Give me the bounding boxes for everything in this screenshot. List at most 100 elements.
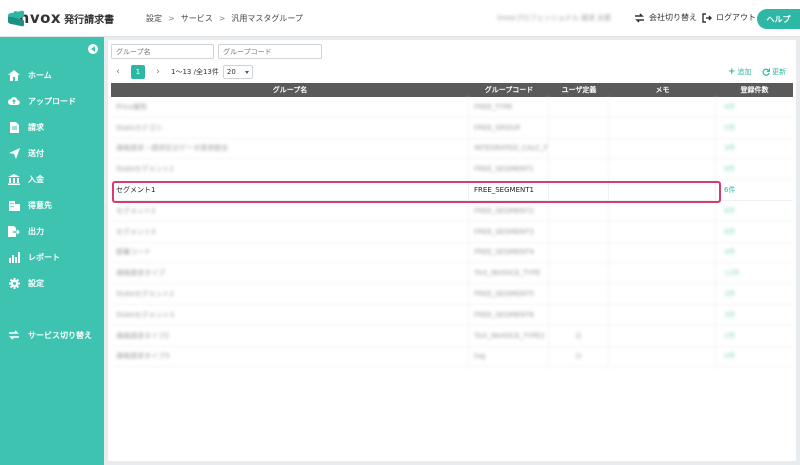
cell-memo — [609, 304, 716, 325]
sidebar-item-label: 請求 — [28, 122, 44, 132]
cell-record-count[interactable]: 4件 — [716, 243, 793, 263]
group-name-filter-input[interactable] — [111, 44, 214, 59]
sidebar-item-label: 得意先 — [28, 200, 52, 210]
table-row[interactable]: Stateセグメント2 FREE_SEGMENT5 3件 — [111, 284, 793, 305]
sidebar-item-send[interactable]: 送付 — [0, 143, 104, 163]
table-row-selected[interactable]: セグメント1 FREE_SEGMENT1 6件 — [111, 180, 793, 203]
cell-record-count[interactable]: 5件 — [716, 118, 793, 138]
sidebar-item-payment[interactable]: 入金 — [0, 169, 104, 189]
sidebar-item-label: 送付 — [28, 148, 44, 158]
sidebar: ホーム アップロード 請求 送付 入金 得意先 出力 レポート 設定 サービス切… — [0, 37, 104, 465]
cell-group-name: セグメント3 — [111, 221, 469, 242]
cell-record-count[interactable]: 2件 — [716, 326, 793, 346]
cell-group-name: 適格請求タイプ3 — [111, 346, 469, 367]
table-row[interactable]: Stateセグメント1 FREE_SEGMENT1 6件 — [111, 159, 793, 181]
help-button[interactable]: ヘルプ — [757, 9, 800, 29]
table-row[interactable]: 適格請求タイプ TAX_INVOICE_TYPE 12件 — [111, 263, 793, 285]
cell-memo — [609, 97, 716, 117]
table-row[interactable]: Stateカテゴリ FREE_GROUP 5件 — [111, 117, 793, 139]
cell-memo — [609, 200, 716, 221]
refresh-button[interactable]: 更新 — [762, 67, 786, 77]
table-row[interactable]: Stateセグメント3 FREE_SEGMENT6 3件 — [111, 304, 793, 326]
service-switch-label: サービス切り替え — [28, 330, 92, 340]
table-row[interactable]: 適格請求タイプ2 TAX_INVOICE_TYPE2 ☑ 2件 — [111, 325, 793, 347]
cell-group-code: FREE_SEGMENT1 — [469, 159, 549, 180]
cell-record-count[interactable]: 4件 — [716, 97, 793, 117]
app-logo[interactable]: invox 発行請求書 — [0, 9, 114, 27]
cell-memo — [609, 221, 716, 242]
table-row[interactable]: 適格請求・請求区分データ請求統合 INTEGRATED_CALC_F 3件 — [111, 138, 793, 160]
column-header-memo[interactable]: メモ — [609, 83, 716, 97]
logout-icon — [702, 12, 712, 23]
cell-record-count[interactable]: 6件 — [716, 201, 793, 221]
table-row[interactable]: 部署コード FREE_SEGMENT4 4件 — [111, 242, 793, 264]
cell-group-name: Stateセグメント2 — [111, 284, 469, 304]
sidebar-item-report[interactable]: レポート — [0, 247, 104, 267]
sidebar-item-label: 入金 — [28, 174, 44, 184]
column-header-name[interactable]: グループ名 — [111, 83, 469, 97]
cell-memo — [609, 159, 716, 180]
current-page-button[interactable]: 1 — [131, 65, 145, 79]
cell-user-defined — [549, 284, 609, 304]
sidebar-item-upload[interactable]: アップロード — [0, 91, 104, 111]
cell-group-name: Stateセグメント3 — [111, 304, 469, 325]
table-body: Price属性 FREE_TYPE 4件 Stateカテゴリ FREE_GROUP 5件適… — [111, 97, 793, 368]
switch-service-icon — [8, 329, 20, 341]
cell-record-count[interactable]: 3件 — [716, 284, 793, 304]
cell-group-code: FREE_SEGMENT2 — [469, 200, 549, 221]
export-icon — [8, 225, 20, 237]
group-code-filter-input[interactable] — [218, 44, 322, 59]
column-header-user-defined[interactable]: ユーザ定義 — [549, 83, 609, 97]
plus-icon: + — [728, 67, 736, 77]
breadcrumb-item-settings[interactable]: 設定 — [146, 13, 162, 24]
cell-user-defined — [549, 200, 609, 221]
prev-page-icon[interactable]: ‹ — [111, 65, 125, 79]
add-button[interactable]: + 追加 — [728, 67, 752, 77]
service-switch-link[interactable]: サービス切り替え — [0, 325, 104, 345]
switch-company-icon — [635, 12, 644, 23]
cell-memo — [609, 180, 716, 200]
cell-user-defined — [549, 242, 609, 263]
cell-record-count[interactable]: 6件 — [716, 222, 793, 242]
table-row[interactable]: セグメント3 FREE_SEGMENT3 6件 — [111, 221, 793, 243]
table-row[interactable]: Price属性 FREE_TYPE 4件 — [111, 97, 793, 118]
cell-record-count[interactable]: 2件 — [716, 347, 793, 367]
table-row[interactable]: 適格請求タイプ3 tag ☑ 2件 — [111, 346, 793, 368]
table-row[interactable]: セグメント2 FREE_SEGMENT2 6件 — [111, 200, 793, 222]
column-header-code[interactable]: グループコード — [469, 83, 549, 97]
cell-memo — [609, 138, 716, 159]
sidebar-item-billing[interactable]: 請求 — [0, 117, 104, 137]
cell-user-defined: ☑ — [549, 346, 609, 367]
sidebar-collapse-icon[interactable] — [88, 44, 98, 54]
cell-record-count[interactable]: 3件 — [716, 305, 793, 325]
cell-record-count[interactable]: 6件 — [716, 180, 793, 200]
cell-record-count[interactable]: 6件 — [716, 159, 793, 179]
gear-icon — [8, 277, 20, 289]
cell-group-code: FREE_TYPE — [469, 97, 549, 117]
column-header-count[interactable]: 登録件数 — [716, 83, 793, 97]
pagination: ‹ 1 › 1〜13 /全13件 20 — [111, 64, 253, 80]
cell-user-defined — [549, 159, 609, 180]
switch-company-link[interactable]: 会社切り替え — [634, 12, 697, 23]
cell-group-name: 部署コード — [111, 242, 469, 263]
sidebar-item-label: 出力 — [28, 226, 44, 236]
next-page-icon[interactable]: › — [151, 65, 165, 79]
cell-memo — [609, 325, 716, 346]
page-size-value: 20 — [226, 68, 236, 76]
cell-record-count[interactable]: 12件 — [716, 263, 793, 283]
page-size-select[interactable]: 20 — [222, 65, 253, 79]
breadcrumb-item-services[interactable]: サービス — [181, 13, 213, 24]
sidebar-item-customers[interactable]: 得意先 — [0, 195, 104, 215]
logout-link[interactable]: ログアウト — [702, 12, 756, 23]
chevron-down-icon — [244, 70, 249, 74]
cell-record-count[interactable]: 3件 — [716, 139, 793, 159]
sidebar-item-export[interactable]: 出力 — [0, 221, 104, 241]
cell-user-defined — [549, 117, 609, 138]
cell-group-name: Stateカテゴリ — [111, 117, 469, 138]
sidebar-item-settings[interactable]: 設定 — [0, 273, 104, 293]
sidebar-item-label: アップロード — [28, 96, 76, 106]
sidebar-item-home[interactable]: ホーム — [0, 65, 104, 85]
cloud-upload-icon — [8, 95, 20, 107]
cell-group-code: INTEGRATED_CALC_F — [469, 138, 549, 159]
cell-group-code: TAX_INVOICE_TYPE — [469, 263, 549, 284]
